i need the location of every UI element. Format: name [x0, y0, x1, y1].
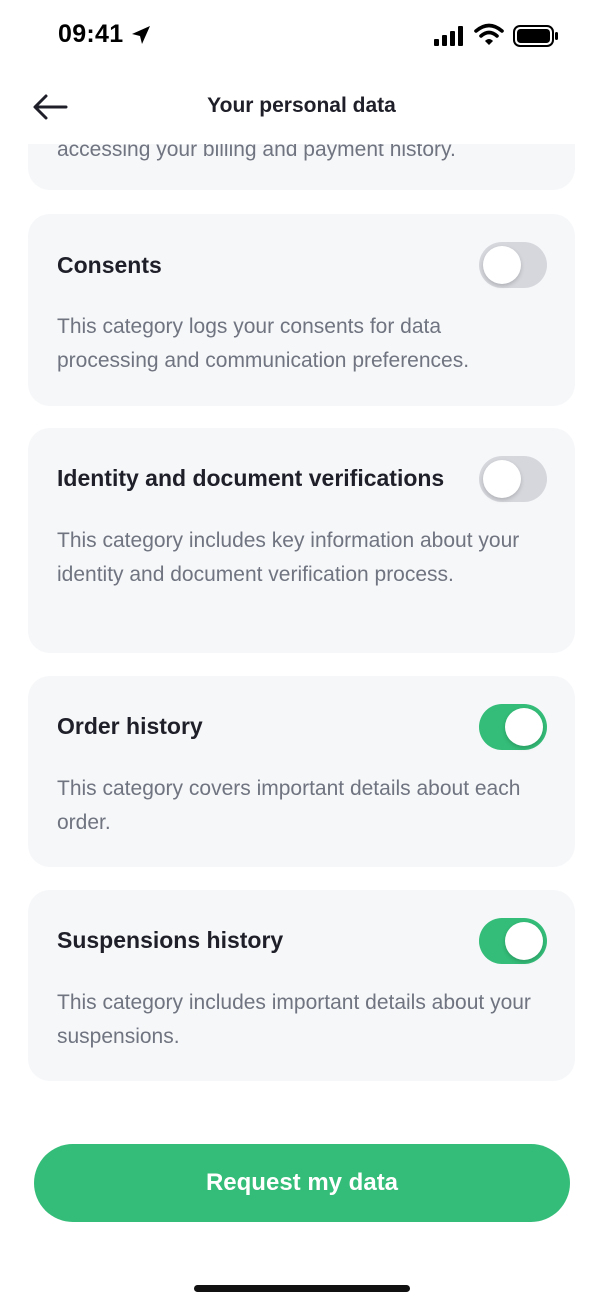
card-title: Suspensions history: [57, 927, 284, 953]
card-description: This category includes important details…: [57, 991, 531, 1048]
toggle-knob: [505, 922, 543, 960]
card-title: Order history: [57, 713, 203, 739]
identity-toggle[interactable]: [479, 456, 547, 502]
toggle-knob: [483, 246, 521, 284]
category-list[interactable]: accessing your billing and payment histo…: [0, 0, 603, 1100]
toggle-knob: [505, 708, 543, 746]
status-bar: 09:41: [0, 0, 603, 72]
toggle-knob: [483, 460, 521, 498]
location-arrow-icon: [132, 26, 150, 44]
card-description: This category includes key information a…: [57, 529, 520, 586]
status-time: 09:41: [58, 20, 124, 48]
category-card-order-history: Order history This category covers impor…: [28, 676, 575, 867]
card-description: This category logs your consents for dat…: [57, 315, 470, 372]
card-title: Consents: [57, 252, 162, 278]
signal-icon: [434, 26, 463, 46]
wifi-icon: [474, 23, 504, 45]
card-title: Identity and document verifications: [57, 465, 445, 491]
battery-icon: [513, 25, 558, 47]
consents-toggle[interactable]: [479, 242, 547, 288]
category-card-consents: Consents This category logs your consent…: [28, 214, 575, 406]
category-card-suspensions: Suspensions history This category includ…: [28, 890, 575, 1081]
request-data-button[interactable]: Request my data: [34, 1144, 570, 1222]
card-description: This category covers important details a…: [57, 777, 521, 834]
suspensions-toggle[interactable]: [479, 918, 547, 964]
screen: accessing your billing and payment histo…: [0, 0, 603, 1304]
nav-bar: Your personal data: [0, 72, 603, 144]
home-indicator: [194, 1285, 410, 1292]
page-title: Your personal data: [207, 94, 396, 117]
category-card-identity: Identity and document verifications This…: [28, 428, 575, 653]
order-history-toggle[interactable]: [479, 704, 547, 750]
